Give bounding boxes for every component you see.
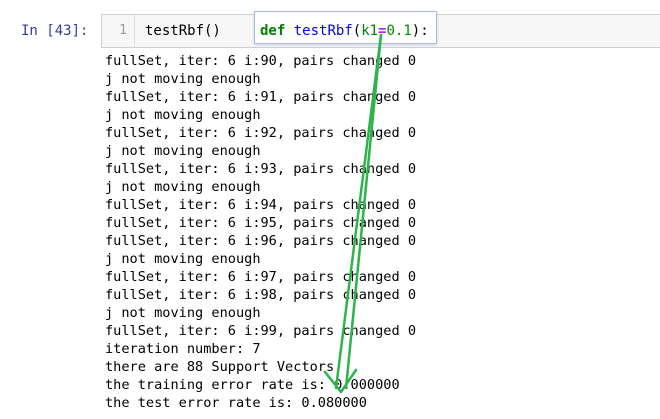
arrow-shaft-left <box>334 33 383 390</box>
green-arrow-annotation <box>323 33 383 394</box>
arrowhead <box>323 368 358 394</box>
annotation-arrow-overlay <box>323 33 383 394</box>
arrow-shaft-right <box>344 33 383 390</box>
